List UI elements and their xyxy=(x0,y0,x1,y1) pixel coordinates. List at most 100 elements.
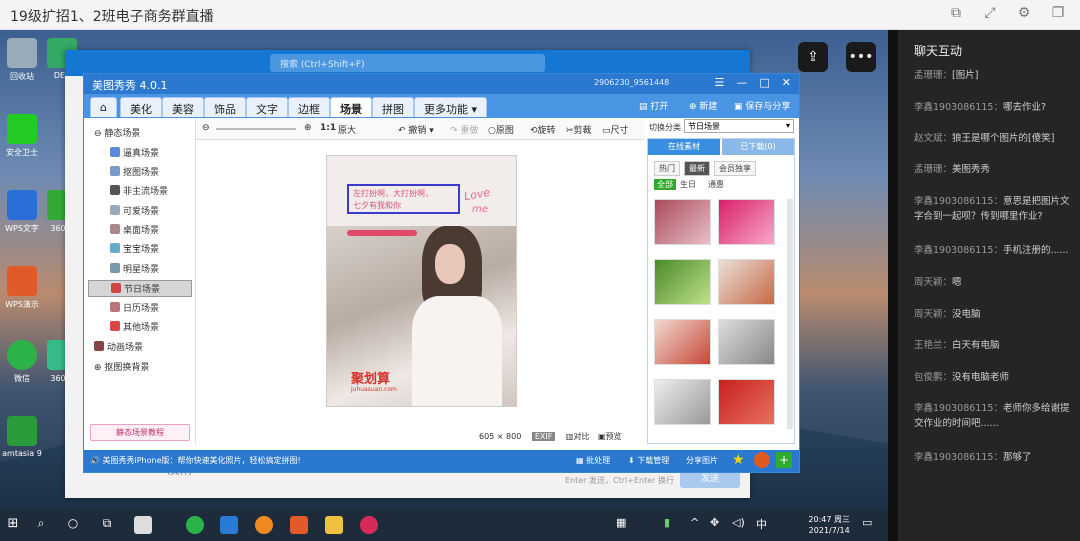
tree-item-selected[interactable]: 节日场景 xyxy=(88,280,192,297)
tab-online-material[interactable]: 在线素材 xyxy=(648,139,720,155)
image-canvas[interactable]: 左打扮啊，大打扮啊， 七夕有我和你 Love me 聚划算 juhuasuan.… xyxy=(326,155,517,407)
tree-item[interactable]: 明星场景 xyxy=(110,262,159,275)
rotate-button[interactable]: ⟲旋转 xyxy=(530,123,556,136)
tutorial-button[interactable]: 静态场景教程 xyxy=(90,424,190,441)
download-manager-button[interactable]: ⬇ 下载管理 xyxy=(628,455,669,466)
material-thumb[interactable] xyxy=(718,199,775,245)
filter-new[interactable]: 最新 xyxy=(684,161,710,176)
tab-downloaded[interactable]: 已下载(0) xyxy=(722,139,794,155)
tab-collage[interactable]: 拼图 xyxy=(372,97,414,117)
material-thumb[interactable] xyxy=(654,319,711,365)
battery-icon[interactable]: ▮ xyxy=(664,516,682,534)
sub-other[interactable]: 通惠 xyxy=(708,179,724,190)
network-icon[interactable]: ✥ xyxy=(710,516,728,534)
restore-icon[interactable]: ❐ xyxy=(1050,5,1066,21)
cut-button[interactable]: ✂剪裁 xyxy=(566,123,592,136)
star-icon[interactable]: ★ xyxy=(732,452,745,468)
more-icon[interactable]: ••• xyxy=(846,42,876,72)
zoom-in-icon[interactable]: ⊕ xyxy=(304,123,312,133)
new-button[interactable]: ⊕ 新建 xyxy=(689,99,717,112)
file-explorer-icon[interactable] xyxy=(325,516,343,534)
filter-vip[interactable]: 会员独享 xyxy=(714,161,756,176)
tab-accessories[interactable]: 饰品 xyxy=(204,97,246,117)
app-icon[interactable] xyxy=(220,516,238,534)
clock[interactable]: 20:47 周三 2021/7/14 xyxy=(808,514,850,536)
desktop-icon[interactable]: 微信 xyxy=(0,340,44,384)
scrollbar[interactable] xyxy=(787,199,793,429)
notification-icon[interactable]: ▭ xyxy=(862,516,880,534)
promo-text[interactable]: 🔊 美图秀秀iPhone版：帮你快速美化照片，轻松搞定拼图! xyxy=(90,455,301,466)
desktop-icon[interactable]: WPS演示 xyxy=(0,266,44,310)
account-id[interactable]: 2906230_9561448 xyxy=(594,78,669,87)
minimize-icon[interactable]: — xyxy=(736,76,747,89)
desktop-icon[interactable]: amtasia 9 xyxy=(0,416,44,458)
desktop-icon[interactable]: 回收站 xyxy=(0,38,44,82)
exif-button[interactable]: EXIF xyxy=(531,432,556,441)
tree-item[interactable]: 动画场景 xyxy=(94,340,143,353)
weibo-icon[interactable] xyxy=(754,452,770,468)
tree-item[interactable]: 抠图场景 xyxy=(110,165,159,178)
app-icon[interactable] xyxy=(134,516,152,534)
task-view-icon[interactable]: ⧉ xyxy=(98,516,116,534)
popout-icon[interactable]: ⧉ xyxy=(948,5,964,21)
volume-icon[interactable]: ◁) xyxy=(732,516,750,534)
share-image-button[interactable]: 分享图片 xyxy=(686,455,718,466)
redo-button[interactable]: ↷ 重做 xyxy=(450,123,478,136)
original-size-button[interactable]: 原大 xyxy=(338,123,356,136)
tab-more[interactable]: 更多功能 ▾ xyxy=(414,97,488,117)
close-icon[interactable]: ✕ xyxy=(782,76,791,89)
meitu-window[interactable]: 美图秀秀 4.0.1 2906230_9561448 ☰ — □ ✕ ⌂ 美化 … xyxy=(83,73,800,473)
search-icon[interactable]: ⌕ xyxy=(32,516,50,534)
desktop-icon[interactable]: 安全卫士 xyxy=(0,114,44,158)
filter-hot[interactable]: 热门 xyxy=(654,161,680,176)
material-thumb[interactable] xyxy=(718,259,775,305)
add-icon[interactable]: + xyxy=(776,452,792,468)
tab-scene[interactable]: 场景 xyxy=(330,97,372,117)
app-icon[interactable] xyxy=(290,516,308,534)
start-icon[interactable]: ⊞ xyxy=(4,516,22,534)
tree-item[interactable]: 宝宝场景 xyxy=(110,242,159,255)
tree-item[interactable]: ⊖ 静态场景 xyxy=(94,126,140,139)
sub-birthday[interactable]: 生日 xyxy=(680,179,696,190)
meitu-app-icon[interactable] xyxy=(360,516,378,534)
save-share-button[interactable]: ▣ 保存与分享 xyxy=(734,99,790,112)
tree-item[interactable]: 逼真场景 xyxy=(110,146,159,159)
material-thumb[interactable] xyxy=(718,319,775,365)
tray-icon[interactable]: ▦ xyxy=(616,516,634,534)
tab-beautify[interactable]: 美化 xyxy=(120,97,162,117)
tree-item[interactable]: 其他场景 xyxy=(110,320,159,333)
material-thumb[interactable] xyxy=(718,379,775,425)
app-icon[interactable] xyxy=(255,516,273,534)
chevron-up-icon[interactable]: ^ xyxy=(690,516,708,534)
tree-item[interactable]: ⊕ 抠图换背景 xyxy=(94,360,149,373)
tree-item[interactable]: 可爱场景 xyxy=(110,204,159,217)
zoom-slider[interactable] xyxy=(216,128,296,130)
share-screen-icon[interactable]: ⇪ xyxy=(798,42,828,72)
category-select[interactable]: 节日场景 ▾ xyxy=(684,119,794,133)
settings-icon[interactable]: ⚙ xyxy=(1016,5,1032,21)
tab-frame[interactable]: 边框 xyxy=(288,97,330,117)
tab-text[interactable]: 文字 xyxy=(246,97,288,117)
material-thumb[interactable] xyxy=(654,259,711,305)
preview-button[interactable]: ▣预览 xyxy=(598,432,622,441)
tree-item[interactable]: 桌面场景 xyxy=(110,223,159,236)
desktop-icon[interactable]: WPS文字 xyxy=(0,190,44,234)
text-layer[interactable]: 左打扮啊，大打扮啊， 七夕有我和你 xyxy=(347,184,460,214)
cortana-icon[interactable]: ○ xyxy=(64,516,82,534)
compare-button[interactable]: ▥对比 xyxy=(566,432,590,441)
menu-icon[interactable]: ☰ xyxy=(715,76,725,89)
app-icon[interactable] xyxy=(186,516,204,534)
undo-button[interactable]: ↶ 撤销 ▾ xyxy=(398,123,434,136)
zoom-out-icon[interactable]: ⊖ xyxy=(202,123,210,133)
size-button[interactable]: ▭尺寸 xyxy=(602,123,629,136)
zoom-ratio[interactable]: 1:1 xyxy=(320,123,336,133)
material-thumb[interactable] xyxy=(654,199,711,245)
tab-home[interactable]: ⌂ xyxy=(90,97,117,117)
tree-item[interactable]: 日历场景 xyxy=(110,301,159,314)
sub-all[interactable]: 全部 xyxy=(654,179,676,190)
tab-face[interactable]: 美容 xyxy=(162,97,204,117)
maximize-icon[interactable]: □ xyxy=(759,76,769,89)
material-thumb[interactable] xyxy=(654,379,711,425)
ime-icon[interactable]: 中 xyxy=(756,516,774,534)
batch-button[interactable]: ▦ 批处理 xyxy=(576,455,610,466)
